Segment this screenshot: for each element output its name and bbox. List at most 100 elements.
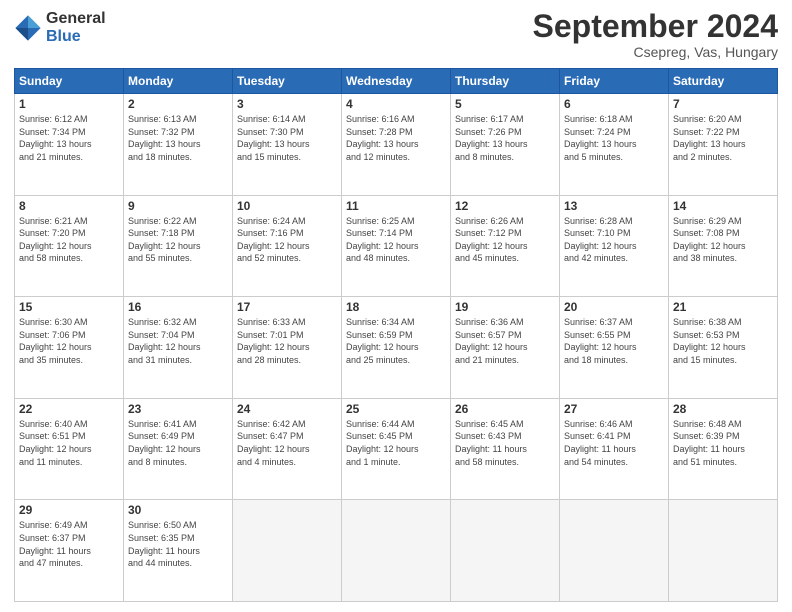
calendar-cell [451, 500, 560, 602]
calendar-cell: 15 Sunrise: 6:30 AM Sunset: 7:06 PM Dayli… [15, 297, 124, 399]
calendar-cell: 9Sunrise: 6:22 AM Sunset: 7:18 PM Daylig… [124, 195, 233, 297]
day-number: 10 [237, 199, 337, 213]
weekday-header-tuesday: Tuesday [233, 69, 342, 94]
calendar-cell: 17 Sunrise: 6:33 AM Sunset: 7:01 PM Dayli… [233, 297, 342, 399]
day-number: 20 [564, 300, 664, 314]
weekday-header-wednesday: Wednesday [342, 69, 451, 94]
day-info: Sunrise: 6:12 AM Sunset: 7:34 PM Dayligh… [19, 113, 119, 163]
day-info: Sunrise: 6:48 AM Sunset: 6:39 PM Dayligh… [673, 418, 773, 468]
day-number: 2 [128, 97, 228, 111]
day-info: Sunrise: 6:42 AM Sunset: 6:47 PM Dayligh… [237, 418, 337, 468]
calendar-cell: 20 Sunrise: 6:37 AM Sunset: 6:55 PM Dayli… [560, 297, 669, 399]
weekday-header-monday: Monday [124, 69, 233, 94]
day-number: 17 [237, 300, 337, 314]
day-info: Sunrise: 6:46 AM Sunset: 6:41 PM Dayligh… [564, 418, 664, 468]
calendar-cell: 21 Sunrise: 6:38 AM Sunset: 6:53 PM Dayli… [669, 297, 778, 399]
day-info: Sunrise: 6:25 AM Sunset: 7:14 PM Dayligh… [346, 215, 446, 265]
day-info: Sunrise: 6:20 AM Sunset: 7:22 PM Dayligh… [673, 113, 773, 163]
day-number: 26 [455, 402, 555, 416]
day-info: Sunrise: 6:29 AM Sunset: 7:08 PM Dayligh… [673, 215, 773, 265]
day-number: 4 [346, 97, 446, 111]
month-title: September 2024 [533, 10, 778, 42]
day-info: Sunrise: 6:33 AM Sunset: 7:01 PM Dayligh… [237, 316, 337, 366]
day-number: 7 [673, 97, 773, 111]
day-info: Sunrise: 6:38 AM Sunset: 6:53 PM Dayligh… [673, 316, 773, 366]
calendar-cell: 14 Sunrise: 6:29 AM Sunset: 7:08 PM Dayli… [669, 195, 778, 297]
calendar-table: SundayMondayTuesdayWednesdayThursdayFrid… [14, 68, 778, 602]
day-number: 29 [19, 503, 119, 517]
day-number: 11 [346, 199, 446, 213]
day-info: Sunrise: 6:32 AM Sunset: 7:04 PM Dayligh… [128, 316, 228, 366]
day-number: 25 [346, 402, 446, 416]
day-number: 14 [673, 199, 773, 213]
logo: General Blue [14, 10, 106, 45]
day-number: 15 [19, 300, 119, 314]
day-info: Sunrise: 6:40 AM Sunset: 6:51 PM Dayligh… [19, 418, 119, 468]
day-info: Sunrise: 6:44 AM Sunset: 6:45 PM Dayligh… [346, 418, 446, 468]
day-number: 28 [673, 402, 773, 416]
day-number: 9 [128, 199, 228, 213]
calendar-cell: 26 Sunrise: 6:45 AM Sunset: 6:43 PM Dayli… [451, 398, 560, 500]
location-subtitle: Csepreg, Vas, Hungary [533, 44, 778, 60]
day-info: Sunrise: 6:49 AM Sunset: 6:37 PM Dayligh… [19, 519, 119, 569]
day-number: 3 [237, 97, 337, 111]
calendar-cell: 27 Sunrise: 6:46 AM Sunset: 6:41 PM Dayli… [560, 398, 669, 500]
day-number: 6 [564, 97, 664, 111]
day-number: 12 [455, 199, 555, 213]
day-number: 13 [564, 199, 664, 213]
calendar-cell: 30 Sunrise: 6:50 AM Sunset: 6:35 PM Dayli… [124, 500, 233, 602]
header: General Blue September 2024 Csepreg, Vas… [14, 10, 778, 60]
calendar-cell: 13 Sunrise: 6:28 AM Sunset: 7:10 PM Dayli… [560, 195, 669, 297]
calendar-cell: 2 Sunrise: 6:13 AM Sunset: 7:32 PM Daylig… [124, 94, 233, 196]
calendar-cell: 29 Sunrise: 6:49 AM Sunset: 6:37 PM Dayli… [15, 500, 124, 602]
day-info: Sunrise: 6:13 AM Sunset: 7:32 PM Dayligh… [128, 113, 228, 163]
calendar-cell: 19Sunrise: 6:36 AM Sunset: 6:57 PM Dayli… [451, 297, 560, 399]
calendar-cell: 22 Sunrise: 6:40 AM Sunset: 6:51 PM Dayli… [15, 398, 124, 500]
calendar-cell: 18 Sunrise: 6:34 AM Sunset: 6:59 PM Dayli… [342, 297, 451, 399]
calendar-cell: 4 Sunrise: 6:16 AM Sunset: 7:28 PM Daylig… [342, 94, 451, 196]
day-info: Sunrise: 6:16 AM Sunset: 7:28 PM Dayligh… [346, 113, 446, 163]
day-number: 30 [128, 503, 228, 517]
calendar-cell: 23 Sunrise: 6:41 AM Sunset: 6:49 PM Dayli… [124, 398, 233, 500]
day-number: 19 [455, 300, 555, 314]
calendar-cell: 11 Sunrise: 6:25 AM Sunset: 7:14 PM Dayli… [342, 195, 451, 297]
weekday-header-sunday: Sunday [15, 69, 124, 94]
calendar-cell: 5Sunrise: 6:17 AM Sunset: 7:26 PM Daylig… [451, 94, 560, 196]
day-info: Sunrise: 6:41 AM Sunset: 6:49 PM Dayligh… [128, 418, 228, 468]
day-number: 24 [237, 402, 337, 416]
day-info: Sunrise: 6:30 AM Sunset: 7:06 PM Dayligh… [19, 316, 119, 366]
calendar-cell: 1 Sunrise: 6:12 AM Sunset: 7:34 PM Daylig… [15, 94, 124, 196]
day-number: 23 [128, 402, 228, 416]
day-info: Sunrise: 6:45 AM Sunset: 6:43 PM Dayligh… [455, 418, 555, 468]
calendar-cell [560, 500, 669, 602]
day-info: Sunrise: 6:34 AM Sunset: 6:59 PM Dayligh… [346, 316, 446, 366]
title-block: September 2024 Csepreg, Vas, Hungary [533, 10, 778, 60]
weekday-header-saturday: Saturday [669, 69, 778, 94]
day-info: Sunrise: 6:24 AM Sunset: 7:16 PM Dayligh… [237, 215, 337, 265]
day-info: Sunrise: 6:21 AM Sunset: 7:20 PM Dayligh… [19, 215, 119, 265]
day-number: 21 [673, 300, 773, 314]
weekday-header-thursday: Thursday [451, 69, 560, 94]
day-info: Sunrise: 6:14 AM Sunset: 7:30 PM Dayligh… [237, 113, 337, 163]
day-number: 1 [19, 97, 119, 111]
day-info: Sunrise: 6:50 AM Sunset: 6:35 PM Dayligh… [128, 519, 228, 569]
logo-blue: Blue [46, 28, 106, 46]
day-number: 8 [19, 199, 119, 213]
day-number: 27 [564, 402, 664, 416]
calendar-cell: 10 Sunrise: 6:24 AM Sunset: 7:16 PM Dayli… [233, 195, 342, 297]
calendar-cell: 16 Sunrise: 6:32 AM Sunset: 7:04 PM Dayli… [124, 297, 233, 399]
calendar-cell: 3 Sunrise: 6:14 AM Sunset: 7:30 PM Daylig… [233, 94, 342, 196]
day-number: 22 [19, 402, 119, 416]
calendar-header-row: SundayMondayTuesdayWednesdayThursdayFrid… [15, 69, 778, 94]
logo-text: General Blue [46, 10, 106, 45]
calendar-cell: 24 Sunrise: 6:42 AM Sunset: 6:47 PM Dayli… [233, 398, 342, 500]
day-number: 18 [346, 300, 446, 314]
calendar-cell: 8 Sunrise: 6:21 AM Sunset: 7:20 PM Daylig… [15, 195, 124, 297]
day-info: Sunrise: 6:37 AM Sunset: 6:55 PM Dayligh… [564, 316, 664, 366]
day-info: Sunrise: 6:28 AM Sunset: 7:10 PM Dayligh… [564, 215, 664, 265]
day-info: Sunrise: 6:26 AM Sunset: 7:12 PM Dayligh… [455, 215, 555, 265]
day-number: 5 [455, 97, 555, 111]
logo-icon [14, 14, 42, 42]
day-number: 16 [128, 300, 228, 314]
calendar-cell: 12 Sunrise: 6:26 AM Sunset: 7:12 PM Dayli… [451, 195, 560, 297]
